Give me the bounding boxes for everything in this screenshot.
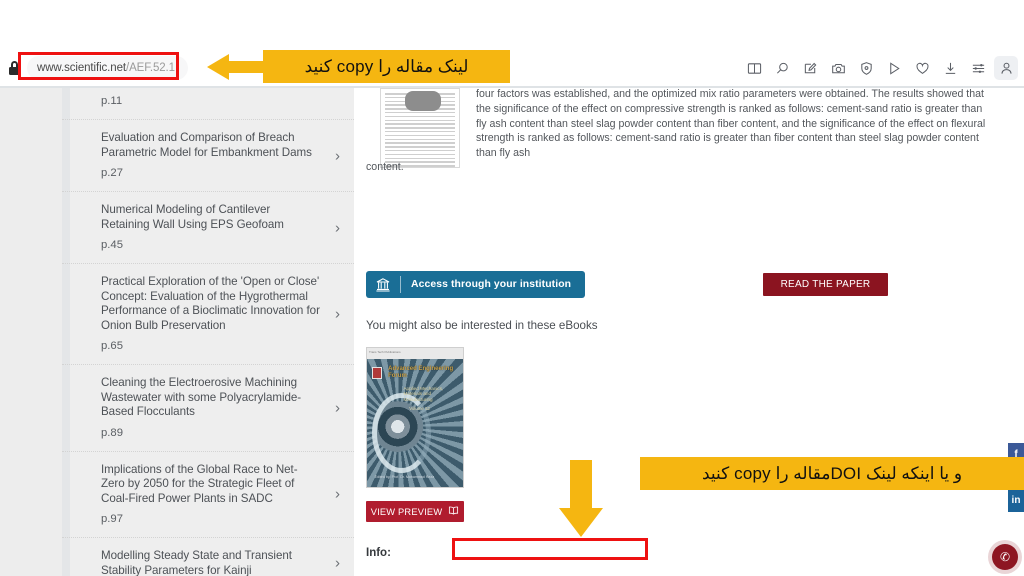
sidebar-item-title: Cleaning the Electroerosive Machining Wa…	[101, 376, 302, 418]
cover-title: Advanced Engineering Forum	[388, 366, 454, 380]
book-open-icon	[448, 505, 459, 518]
callout-top: لینک مقاله را copy کنید	[263, 50, 510, 83]
url-input[interactable]: www.scientific.net/AEF.52.1	[27, 55, 188, 80]
reader-view-icon[interactable]	[742, 56, 766, 80]
institution-icon	[375, 277, 391, 293]
page-viewport: p.11 Evaluation and Comparison of Breach…	[0, 88, 1024, 576]
settings-sliders-icon[interactable]	[966, 56, 990, 80]
abstract-tail: content.	[366, 161, 404, 173]
button-divider	[400, 276, 401, 293]
sidebar-list: p.11 Evaluation and Comparison of Breach…	[62, 88, 354, 576]
url-path: /AEF.52.1	[125, 61, 175, 74]
sidebar-item-page: p.27	[101, 167, 123, 179]
cover-ring-graphic	[371, 392, 432, 474]
list-item[interactable]: Practical Exploration of the 'Open or Cl…	[62, 264, 354, 365]
callout-arrow-down-icon	[559, 460, 603, 537]
sidebar-item-page: p.45	[101, 239, 123, 251]
favorite-icon[interactable]	[910, 56, 934, 80]
chevron-right-icon[interactable]: ›	[335, 400, 340, 415]
url-host: www.scientific.net	[37, 61, 126, 74]
cover-publisher-logo	[371, 367, 383, 379]
cover-publisher-label: Trans Tech Publications	[369, 350, 401, 354]
screenshot-root: www.scientific.net/AEF.52.1 p.11 Evaluat…	[0, 0, 1024, 576]
article-detail-main: four factors was established, and the op…	[354, 88, 999, 576]
info-heading: Info:	[366, 547, 391, 559]
article-list-sidebar: p.11 Evaluation and Comparison of Breach…	[62, 88, 354, 576]
annotate-icon[interactable]	[798, 56, 822, 80]
thumbnail-overlay-icon	[405, 91, 441, 111]
browser-toolbar: www.scientific.net/AEF.52.1	[0, 50, 1024, 86]
list-item[interactable]: Implications of the Global Race to Net-Z…	[62, 452, 354, 538]
list-item[interactable]: Cleaning the Electroerosive Machining Wa…	[62, 365, 354, 452]
linkedin-share-icon[interactable]: in	[1008, 489, 1024, 512]
address-bar[interactable]: www.scientific.net/AEF.52.1	[8, 54, 188, 81]
view-preview-button[interactable]: VIEW PREVIEW	[366, 501, 464, 522]
list-item[interactable]: Evaluation and Comparison of Breach Para…	[62, 120, 354, 192]
sidebar-item-page: p.11	[101, 95, 123, 107]
download-icon[interactable]	[938, 56, 962, 80]
list-item[interactable]: Modelling Steady State and Transient Sta…	[62, 538, 354, 576]
chevron-right-icon[interactable]: ›	[335, 148, 340, 163]
list-item[interactable]: p.11	[62, 94, 354, 120]
sidebar-item-page: p.65	[101, 340, 123, 352]
list-item[interactable]: Numerical Modeling of Cantilever Retaini…	[62, 192, 354, 264]
chevron-right-icon[interactable]: ›	[335, 487, 340, 502]
cover-top-strip: Trans Tech Publications	[367, 348, 463, 359]
paper-preview-thumbnail[interactable]	[380, 88, 460, 168]
lock-icon	[8, 60, 21, 75]
cover-subtitle: Applied Mechanics, Materials and Manufac…	[403, 385, 444, 402]
read-the-paper-button[interactable]: READ THE PAPER	[763, 273, 888, 296]
ebook-cover-thumbnail[interactable]: Trans Tech Publications Advanced Enginee…	[366, 347, 464, 488]
toolbar-icon-group	[742, 55, 1018, 81]
zoom-search-icon[interactable]	[770, 56, 794, 80]
chat-support-button[interactable]: ✆	[992, 544, 1018, 570]
page-left-gutter	[0, 88, 62, 576]
cover-authors: Edited by: Prof. Dr. Mohammad Reza	[374, 474, 435, 479]
callout-bottom: و یا اینکه لینک DOIمقاله را copy کنید	[640, 457, 1024, 490]
sidebar-item-title: Practical Exploration of the 'Open or Cl…	[101, 275, 320, 332]
callout-arrow-left-icon	[207, 54, 267, 80]
sidebar-item-page: p.89	[101, 426, 123, 439]
send-icon[interactable]	[882, 56, 906, 80]
sidebar-item-title: Numerical Modeling of Cantilever Retaini…	[101, 203, 284, 231]
screenshot-icon[interactable]	[826, 56, 850, 80]
abstract-body: four factors was established, and the op…	[476, 88, 986, 160]
preview-button-label: VIEW PREVIEW	[370, 506, 443, 517]
ebooks-heading: You might also be interested in these eB…	[366, 319, 598, 332]
chat-icon: ✆	[999, 550, 1011, 564]
cover-volume: Volume 52	[409, 406, 430, 412]
read-button-label: READ THE PAPER	[780, 279, 871, 290]
sidebar-item-title: Implications of the Global Race to Net-Z…	[101, 462, 298, 505]
access-button-label: Access through your institution	[411, 279, 572, 290]
sidebar-item-page: p.97	[101, 513, 123, 525]
chevron-right-icon[interactable]: ›	[335, 220, 340, 235]
access-through-institution-button[interactable]: Access through your institution	[366, 271, 586, 298]
account-icon[interactable]	[994, 56, 1018, 80]
chevron-right-icon[interactable]: ›	[335, 556, 340, 571]
shield-icon[interactable]	[854, 56, 878, 80]
sidebar-item-title: Modelling Steady State and Transient Sta…	[101, 549, 292, 576]
sidebar-item-title: Evaluation and Comparison of Breach Para…	[101, 131, 312, 159]
chevron-right-icon[interactable]: ›	[335, 307, 340, 322]
